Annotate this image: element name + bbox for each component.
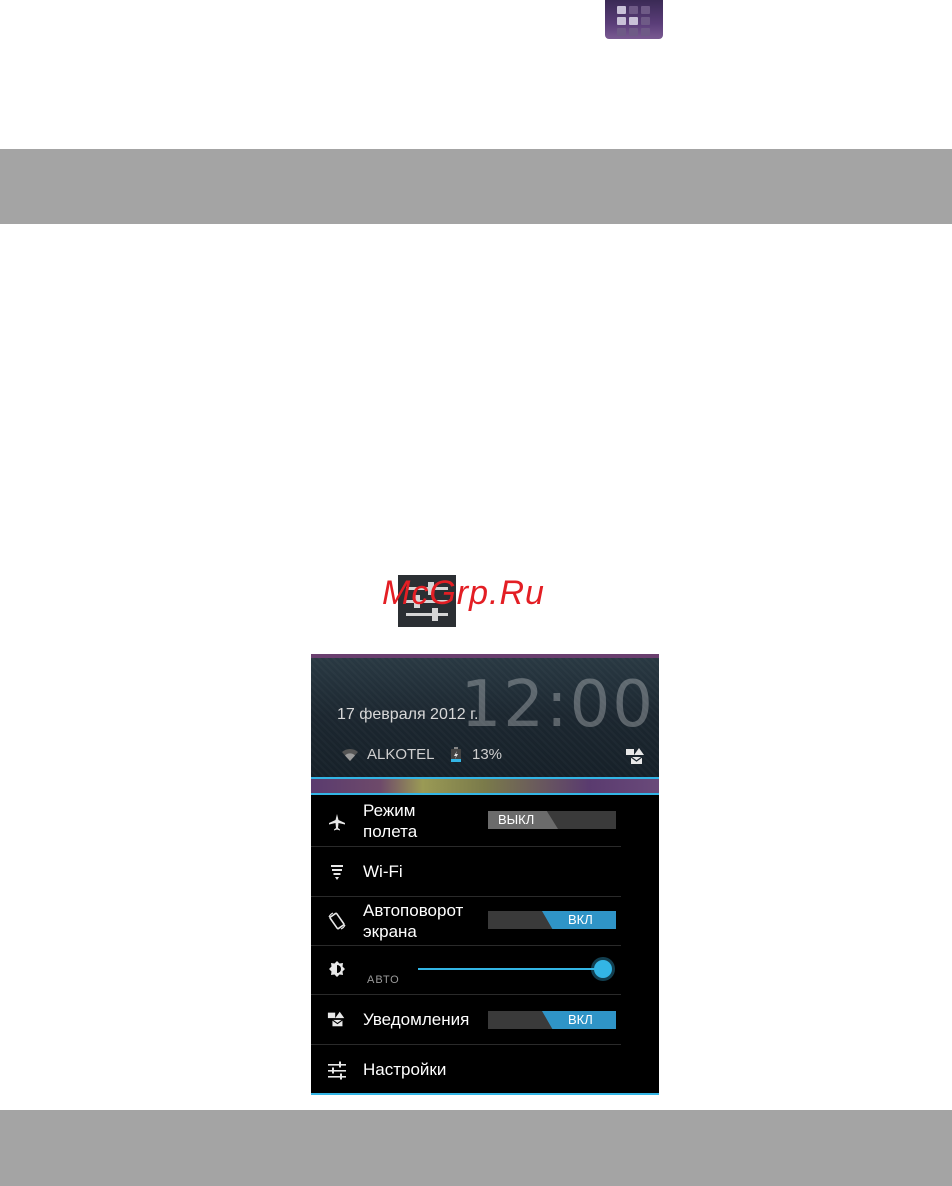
autorotate-label-line2: экрана: [363, 922, 417, 941]
app-grid-icon[interactable]: [605, 0, 663, 39]
battery-percent: 13%: [472, 746, 503, 763]
watermark: McGrp.Ru: [382, 574, 545, 612]
settings-row[interactable]: Настройки: [311, 1045, 659, 1095]
wifi-icon: [331, 865, 343, 880]
brightness-auto-label[interactable]: АВТО: [367, 974, 400, 986]
bottom-gray-band: [0, 1110, 952, 1186]
airplane-mode-label-line1: Режим: [363, 801, 416, 820]
panel-bottom-divider: [311, 1093, 659, 1095]
rotate-screen-icon: [328, 912, 346, 930]
notifications-label: Уведомления: [363, 1010, 470, 1029]
autorotate-label-line1: Автоповорот: [363, 901, 464, 920]
notifications-state: ВКЛ: [568, 1012, 593, 1027]
airplane-mode-toggle[interactable]: ВЫКЛ: [488, 811, 616, 829]
notifications-toggle[interactable]: ВКЛ: [488, 1011, 616, 1029]
airplane-mode-label-line2: полета: [363, 822, 418, 841]
notifications-row[interactable]: Уведомления ВКЛ: [311, 995, 659, 1045]
date: 17 февраля 2012 г.: [337, 706, 479, 723]
brightness-slider-thumb[interactable]: [594, 960, 612, 978]
network-name: ALKOTEL: [367, 746, 435, 763]
wifi-label: Wi-Fi: [363, 862, 403, 881]
autorotate-toggle[interactable]: ВКЛ: [488, 911, 616, 929]
notifications-icon: [327, 1011, 345, 1027]
brightness-slider-track[interactable]: [418, 968, 604, 970]
header-top-strip: [311, 654, 659, 658]
clock: 12:00: [460, 668, 655, 742]
battery-icon: [451, 747, 461, 762]
settings-label: Настройки: [363, 1060, 447, 1079]
phone-screenshot: 12:00 17 февраля 2012 г. ALKOTEL 13% Реж…: [311, 654, 659, 1095]
settings-sliders-icon: [328, 1061, 346, 1080]
airplane-mode-row[interactable]: Режим полета ВЫКЛ: [311, 797, 659, 847]
brightness-icon: [329, 961, 345, 977]
autorotate-row[interactable]: Автоповорот экрана ВКЛ: [311, 897, 659, 947]
panel-divider: [311, 793, 659, 795]
notifications-icon[interactable]: [625, 747, 647, 765]
autorotate-state: ВКЛ: [568, 912, 593, 927]
wifi-signal-icon: [342, 748, 358, 761]
wifi-row[interactable]: Wi-Fi: [311, 847, 659, 897]
airplane-icon: [329, 814, 345, 831]
airplane-mode-state: ВЫКЛ: [498, 812, 535, 827]
top-gray-band: [0, 149, 952, 224]
wallpaper-strip: [311, 779, 659, 793]
